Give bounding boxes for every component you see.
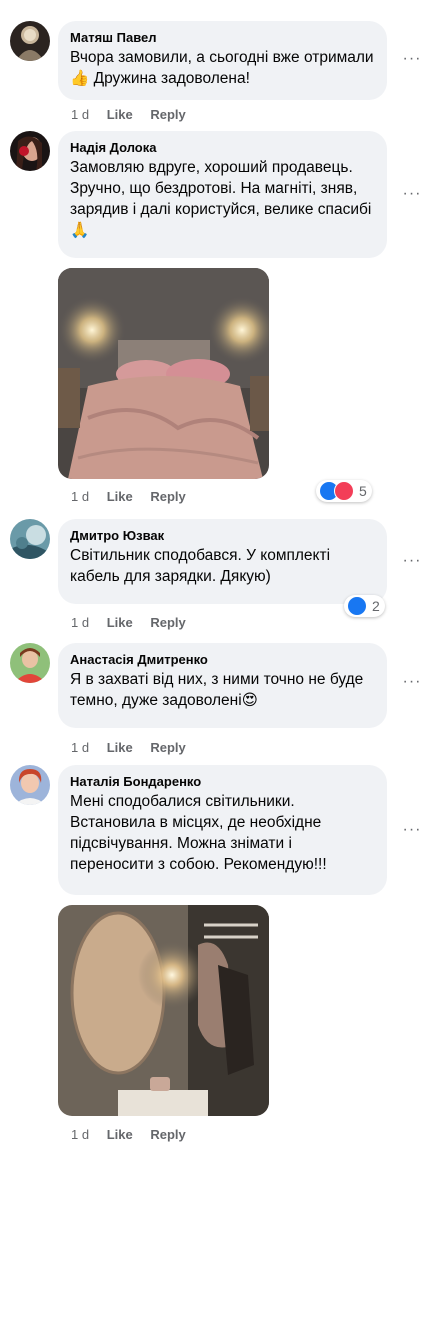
- comment-photo[interactable]: [58, 905, 269, 1116]
- reply-button[interactable]: Reply: [150, 107, 185, 122]
- avatar[interactable]: [10, 131, 50, 171]
- comment-text: Замовляю вдруге, хороший продавець. Зруч…: [70, 159, 372, 239]
- reactions-summary[interactable]: 5: [316, 480, 372, 502]
- comment-actions: 1 d Like Reply: [71, 1126, 200, 1144]
- comment-bubble: Дмитро Юзвак Світильник сподобався. У ко…: [58, 519, 387, 604]
- reply-button[interactable]: Reply: [150, 615, 185, 630]
- comment-photo[interactable]: [58, 268, 269, 479]
- reaction-count: 2: [372, 598, 380, 614]
- comment-bubble: Анастасія Дмитренко Я в захваті від них,…: [58, 643, 387, 728]
- comment-text: Світильник сподобався. У комплекті кабел…: [70, 547, 331, 585]
- more-options-icon[interactable]: ···: [402, 551, 422, 571]
- comment-text: Я в захваті від них, з ними точно не буд…: [70, 671, 364, 709]
- comment-time[interactable]: 1 d: [71, 740, 89, 755]
- more-options-icon[interactable]: ···: [402, 184, 422, 204]
- comment-author[interactable]: Дмитро Юзвак: [70, 527, 375, 544]
- comment-author[interactable]: Надія Долока: [70, 139, 375, 156]
- avatar[interactable]: [10, 765, 50, 805]
- comment-actions: 1 d Like Reply: [71, 488, 200, 506]
- comment-author[interactable]: Анастасія Дмитренко: [70, 651, 375, 668]
- comment-time[interactable]: 1 d: [71, 107, 89, 122]
- comment-time[interactable]: 1 d: [71, 489, 89, 504]
- avatar[interactable]: [10, 519, 50, 559]
- reply-button[interactable]: Reply: [150, 489, 185, 504]
- comment-text: Вчора замовили, а сьогодні вже отримали👍…: [70, 49, 374, 87]
- comment-actions: 1 d Like Reply: [71, 739, 200, 757]
- avatar[interactable]: [10, 21, 50, 61]
- comment-author[interactable]: Наталія Бондаренко: [70, 773, 375, 790]
- comment-actions: 1 d Like Reply: [71, 614, 200, 632]
- comment-bubble: Надія Долока Замовляю вдруге, хороший пр…: [58, 131, 387, 258]
- like-button[interactable]: Like: [107, 1127, 133, 1142]
- like-button[interactable]: Like: [107, 489, 133, 504]
- comment-time[interactable]: 1 d: [71, 1127, 89, 1142]
- reaction-count: 5: [359, 483, 367, 499]
- comment-time[interactable]: 1 d: [71, 615, 89, 630]
- love-reaction-icon: [334, 481, 354, 501]
- reply-button[interactable]: Reply: [150, 1127, 185, 1142]
- more-options-icon[interactable]: ···: [402, 49, 422, 69]
- like-reaction-icon: [347, 596, 367, 616]
- more-options-icon[interactable]: ···: [402, 672, 422, 692]
- comment-author[interactable]: Матяш Павел: [70, 29, 375, 46]
- comment-actions: 1 d Like Reply: [71, 106, 200, 124]
- like-button[interactable]: Like: [107, 615, 133, 630]
- reactions-summary[interactable]: 2: [344, 595, 385, 617]
- like-button[interactable]: Like: [107, 107, 133, 122]
- avatar[interactable]: [10, 643, 50, 683]
- comment-bubble: Наталія Бондаренко Мені сподобалися світ…: [58, 765, 387, 895]
- like-button[interactable]: Like: [107, 740, 133, 755]
- comment-text: Мені сподобалися світильники. Встановила…: [70, 793, 327, 873]
- comment-bubble: Матяш Павел Вчора замовили, а сьогодні в…: [58, 21, 387, 100]
- reply-button[interactable]: Reply: [150, 740, 185, 755]
- more-options-icon[interactable]: ···: [402, 820, 422, 840]
